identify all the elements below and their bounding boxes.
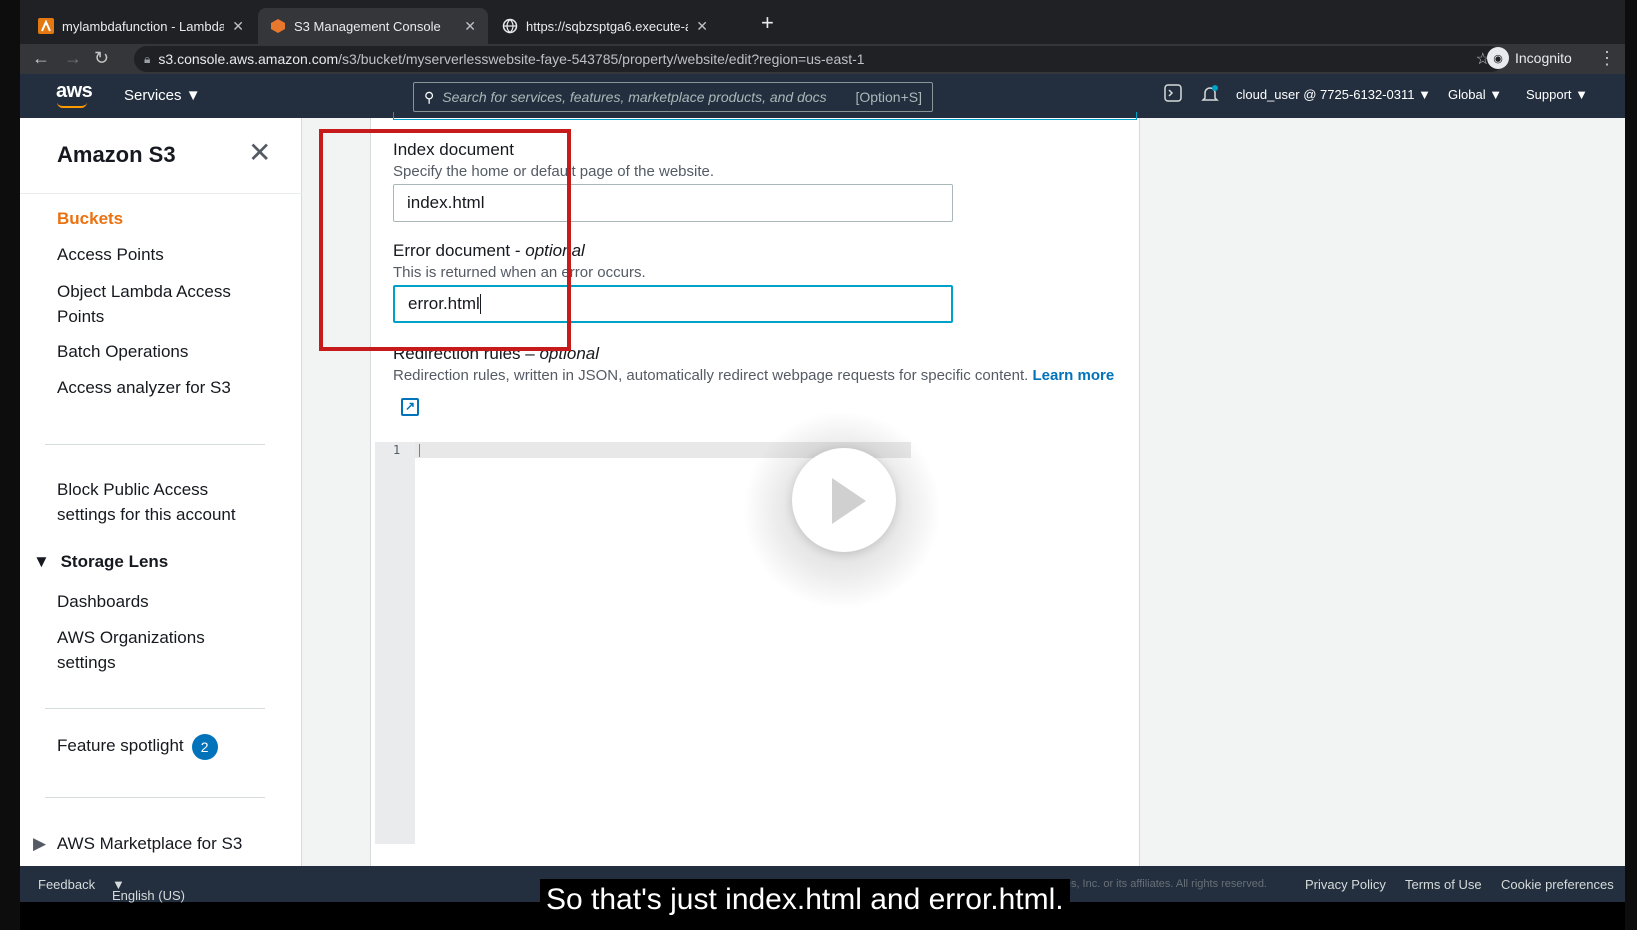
tab-lambda[interactable]: mylambdafunction - Lambda ✕	[26, 8, 256, 44]
tab-title: mylambdafunction - Lambda	[62, 18, 225, 34]
tab-title: https://sqbzsptga6.execute-a	[526, 18, 689, 34]
browser-menu-icon[interactable]: ⋮	[1598, 48, 1616, 69]
sidebar-item-aws-organizations-settings[interactable]: AWS Organizations settings	[57, 625, 267, 675]
caret-down-icon: ▼	[33, 552, 50, 571]
account-menu[interactable]: cloud_user @ 7725-6132-0311 ▼	[1236, 87, 1431, 102]
count-badge: 2	[191, 733, 218, 760]
section-label: Storage Lens	[60, 552, 169, 571]
play-button[interactable]	[792, 448, 896, 552]
sidebar-title: Amazon S3	[57, 142, 176, 167]
s3-sidebar: Amazon S3 ✕ Buckets Access Points Object…	[20, 118, 302, 866]
sidebar-item-object-lambda-access-points[interactable]: Object Lambda Access Points	[57, 279, 267, 329]
sidebar-item-feature-spotlight[interactable]: Feature spotlight 2	[57, 732, 267, 760]
learn-more-link[interactable]: Learn more	[1032, 367, 1114, 384]
close-tab-icon[interactable]: ✕	[464, 18, 476, 35]
divider	[20, 193, 302, 194]
feature-spotlight-label: Feature spotlight	[57, 736, 184, 755]
redirection-rules-description: Redirection rules, written in JSON, auto…	[393, 367, 1123, 384]
aws-logo-text: aws	[56, 80, 93, 102]
lambda-icon	[38, 18, 54, 34]
search-shortcut: [Option+S]	[855, 89, 922, 105]
reload-icon[interactable]: ↻	[94, 48, 109, 69]
sidebar-item-access-points[interactable]: Access Points	[57, 242, 267, 267]
incognito-icon: ◉	[1487, 47, 1509, 69]
search-placeholder: Search for services, features, marketpla…	[442, 89, 827, 105]
editor-caret	[419, 444, 420, 457]
editor-line-number: 1	[393, 443, 401, 457]
back-arrow-icon[interactable]: ←	[32, 48, 50, 69]
sidebar-item-dashboards[interactable]: Dashboards	[57, 589, 267, 614]
cookie-preferences-link[interactable]: Cookie preferences	[1501, 877, 1614, 892]
divider	[45, 708, 265, 709]
close-tab-icon[interactable]: ✕	[696, 18, 708, 35]
region-label: Global	[1448, 87, 1486, 102]
play-icon	[832, 478, 866, 524]
globe-icon	[502, 18, 518, 34]
aws-smile-icon	[57, 102, 87, 108]
url-domain: s3.console.aws.amazon.com	[158, 51, 339, 67]
lock-icon: 🔒︎	[144, 51, 151, 66]
close-tab-icon[interactable]: ✕	[232, 18, 244, 35]
divider	[45, 444, 265, 445]
tab-s3-console[interactable]: S3 Management Console ✕	[258, 8, 488, 44]
close-icon[interactable]: ✕	[248, 136, 271, 169]
sidebar-item-access-analyzer[interactable]: Access analyzer for S3	[57, 375, 267, 400]
redirection-rules-description-text: Redirection rules, written in JSON, auto…	[393, 367, 1029, 384]
search-icon: ⚲	[424, 88, 435, 105]
video-frame: mylambdafunction - Lambda ✕ S3 Managemen…	[20, 0, 1625, 930]
divider	[45, 797, 265, 798]
forward-arrow-icon[interactable]: →	[64, 48, 82, 69]
url-path: /s3/bucket/myserverlesswebsite-faye-5437…	[338, 51, 865, 67]
caret-down-icon: ▼	[185, 87, 201, 104]
sidebar-item-block-public-access[interactable]: Block Public Access settings for this ac…	[57, 477, 267, 527]
tab-title: S3 Management Console	[294, 18, 441, 34]
browser-toolbar: ← → ↻ 🔒︎ s3.console.aws.amazon.com /s3/b…	[20, 44, 1625, 74]
browser-tab-strip: mylambdafunction - Lambda ✕ S3 Managemen…	[20, 0, 1625, 44]
highlight-box	[319, 129, 571, 351]
account-label: cloud_user @ 7725-6132-0311	[1236, 87, 1415, 102]
section-label: AWS Marketplace for S3	[56, 834, 243, 853]
s3-icon	[270, 18, 286, 34]
support-menu[interactable]: Support ▼	[1526, 87, 1588, 102]
cloudshell-icon[interactable]	[1164, 84, 1182, 107]
incognito-profile[interactable]: ◉ Incognito	[1487, 47, 1572, 69]
services-menu[interactable]: Services ▼	[124, 87, 201, 104]
aws-logo[interactable]: aws	[56, 80, 93, 108]
caret-right-icon: ▶	[33, 834, 47, 853]
language-label: English (US)	[112, 888, 185, 903]
address-bar[interactable]: 🔒︎ s3.console.aws.amazon.com /s3/bucket/…	[134, 46, 1504, 72]
editor-gutter	[375, 442, 415, 844]
region-menu[interactable]: Global ▼	[1448, 87, 1502, 102]
tab-api-endpoint[interactable]: https://sqbzsptga6.execute-a ✕	[490, 8, 720, 44]
privacy-policy-link[interactable]: Privacy Policy	[1305, 877, 1386, 892]
sidebar-section-storage-lens[interactable]: ▼ Storage Lens	[33, 552, 168, 572]
sidebar-item-batch-operations[interactable]: Batch Operations	[57, 339, 267, 364]
previous-field-edge	[393, 112, 1137, 120]
language-selector[interactable]: English (US) ▼	[112, 877, 185, 903]
aws-search-input[interactable]: ⚲ Search for services, features, marketp…	[413, 82, 933, 112]
services-label: Services	[124, 87, 182, 104]
notifications-bell-icon[interactable]	[1200, 84, 1220, 109]
external-link-icon[interactable]: ↗	[401, 398, 419, 416]
sidebar-section-marketplace[interactable]: ▶ AWS Marketplace for S3	[33, 834, 242, 854]
sidebar-item-buckets[interactable]: Buckets	[57, 206, 267, 231]
video-caption: So that's just index.html and error.html…	[540, 879, 1070, 924]
feedback-link[interactable]: Feedback	[38, 877, 95, 892]
profile-label: Incognito	[1515, 50, 1572, 66]
new-tab-button[interactable]: +	[761, 10, 774, 36]
terms-of-use-link[interactable]: Terms of Use	[1405, 877, 1482, 892]
support-label: Support	[1526, 87, 1572, 102]
